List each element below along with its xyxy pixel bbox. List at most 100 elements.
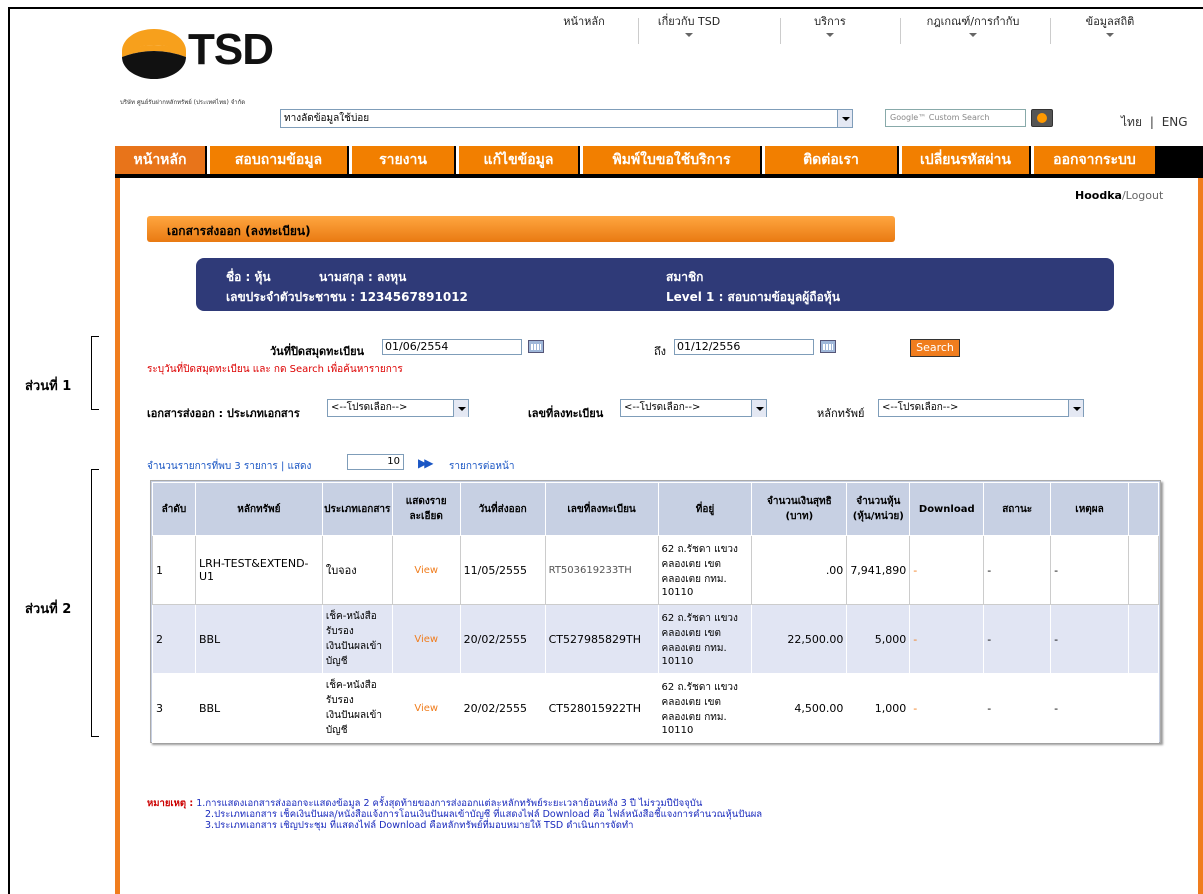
menu-contact[interactable]: ติดต่อเรา: [762, 146, 897, 174]
regno-select[interactable]: <--โปรดเลือก-->: [620, 399, 767, 417]
google-search-input[interactable]: Google™ Custom Search: [885, 109, 1026, 127]
member-level: Level 1 : สอบถามข้อมูลผู้ถือหุ้น: [666, 290, 840, 304]
cell-amount: 4,500.00: [751, 673, 848, 743]
cell-doctype: เช็ค-หนังสือรับรองเงินปันผลเข้าบัญชี: [321, 673, 393, 743]
cell-download[interactable]: -: [909, 673, 985, 743]
last-name: นามสกุล : ลงหุน: [319, 270, 407, 284]
cell-shares: 1,000: [846, 673, 911, 743]
regno-select-value: <--โปรดเลือก-->: [624, 402, 701, 413]
top-nav-statistics[interactable]: ข้อมูลสถิติ: [1060, 12, 1160, 37]
tsd-logo-icon: [122, 29, 186, 79]
shortcut-select-value: ทางลัดข้อมูลใช้บ่อย: [284, 113, 370, 124]
cell-reason: -: [1050, 604, 1129, 674]
logout-link[interactable]: /Logout: [1122, 189, 1163, 202]
chevron-down-icon: [453, 400, 468, 417]
chevron-down-icon: [1068, 400, 1083, 417]
col-amount: จำนวนเงินสุทธิ (บาท): [751, 482, 848, 536]
chevron-down-icon: [837, 110, 852, 127]
col-shares: จำนวนหุ้น (หุ้น/หน่วย): [846, 482, 911, 536]
cell-reason: -: [1050, 535, 1129, 605]
cell-date: 20/02/2555: [459, 673, 546, 743]
calendar-icon[interactable]: [820, 340, 836, 353]
search-hint: ระบุวันที่ปิดสมุดทะเบียน และ กด Search เ…: [147, 364, 403, 375]
cell-status: -: [983, 535, 1052, 605]
menu-change-password[interactable]: เปลี่ยนรหัสผ่าน: [899, 146, 1029, 174]
cell-shares: 5,000: [846, 604, 911, 674]
chevron-down-icon: [969, 33, 977, 37]
cell-status: -: [983, 604, 1052, 674]
menu-edit[interactable]: แก้ไขข้อมูล: [456, 146, 578, 174]
cell-address: 62 ถ.รัชดา แขวงคลองเตย เขตคลองเตย กทม. 1…: [657, 535, 753, 605]
col-security: หลักทรัพย์: [194, 482, 323, 536]
doctype-select[interactable]: <--โปรดเลือก-->: [327, 399, 469, 417]
shortcut-select[interactable]: ทางลัดข้อมูลใช้บ่อย: [280, 109, 853, 128]
part2-bracket: [91, 469, 99, 737]
lang-en[interactable]: ENG: [1162, 115, 1188, 129]
date-from-input[interactable]: 01/06/2554: [382, 339, 522, 355]
cell-download[interactable]: -: [909, 535, 985, 605]
col-blank: [1127, 482, 1160, 536]
table-row: 2 BBL เช็ค-หนังสือรับรองเงินปันผลเข้าบัญ…: [152, 604, 1160, 674]
note-3: 3.ประเภทเอกสาร เชิญประชุม ที่แสดงไฟล์ Do…: [205, 820, 634, 831]
page-size-input[interactable]: 10: [347, 454, 404, 470]
date-to-input[interactable]: 01/12/2556: [674, 339, 814, 355]
first-name: ชื่อ : หุ้น: [226, 270, 271, 284]
view-link[interactable]: View: [391, 535, 461, 605]
menu-inquiry[interactable]: สอบถามข้อมูล: [207, 146, 347, 174]
cell-address: 62 ถ.รัชดา แขวงคลองเตย เขตคลองเตย กทม. 1…: [657, 673, 753, 743]
member-info-box: ชื่อ : หุ้น นามสกุล : ลงหุน เลขประจำตัวป…: [196, 258, 1114, 311]
top-nav-home[interactable]: หน้าหลัก: [554, 12, 614, 30]
lang-th[interactable]: ไทย: [1121, 115, 1142, 129]
top-nav-rules[interactable]: กฎเกณฑ์/การกำกับ: [908, 12, 1038, 37]
cell-blank: [1127, 604, 1160, 674]
search-button[interactable]: Search: [910, 339, 960, 357]
cell-security: BBL: [194, 604, 323, 674]
doctype-label: เอกสารส่งออก : ประเภทเอกสาร: [147, 407, 300, 420]
footnotes: หมายเหตุ : 1.การแสดงเอกสารส่งออกจะแสดงข้…: [147, 798, 762, 831]
regno-label: เลขที่ลงทะเบียน: [528, 407, 604, 420]
cell-download[interactable]: -: [909, 604, 985, 674]
chevron-down-icon: [751, 400, 766, 417]
cell-regno: CT528015922TH: [544, 673, 659, 743]
tsd-logo[interactable]: TSD: [120, 25, 310, 85]
menu-logout[interactable]: ออกจากระบบ: [1031, 146, 1155, 174]
next-page-icon[interactable]: ▶▶: [418, 456, 434, 470]
view-link[interactable]: View: [391, 673, 461, 743]
cell-amount: .00: [751, 535, 848, 605]
google-search-button[interactable]: [1031, 109, 1053, 127]
calendar-icon[interactable]: [528, 340, 544, 353]
menu-home[interactable]: หน้าหลัก: [115, 146, 205, 174]
menu-print-form[interactable]: พิมพ์ใบขอใช้บริการ: [580, 146, 760, 174]
cell-security: LRH-TEST&EXTEND-U1: [194, 535, 323, 605]
per-page-link[interactable]: รายการต่อหน้า: [449, 459, 514, 474]
doctype-select-value: <--โปรดเลือก-->: [331, 402, 408, 413]
menu-report[interactable]: รายงาน: [349, 146, 454, 174]
divider: [1050, 18, 1051, 44]
security-select[interactable]: <--โปรดเลือก-->: [878, 399, 1084, 417]
col-details: แสดงรายละเอียด: [391, 482, 461, 536]
cell-doctype: ใบจอง: [321, 535, 393, 605]
security-select-value: <--โปรดเลือก-->: [882, 402, 959, 413]
documents-table: ลำดับ หลักทรัพย์ ประเภทเอกสาร แสดงรายละเ…: [152, 482, 1160, 743]
main-menu: หน้าหลัก สอบถามข้อมูล รายงาน แก้ไขข้อมูล…: [115, 146, 1203, 178]
top-nav-services[interactable]: บริการ: [790, 12, 870, 37]
top-nav: หน้าหลัก เกี่ยวกับ TSD บริการ กฎเกณฑ์/กา…: [540, 12, 1203, 44]
cell-date: 20/02/2555: [459, 604, 546, 674]
security-label: หลักทรัพย์: [817, 407, 865, 420]
cell-doctype: เช็ค-หนังสือรับรองเงินปันผลเข้าบัญชี: [321, 604, 393, 674]
table-header-row: ลำดับ หลักทรัพย์ ประเภทเอกสาร แสดงรายละเ…: [152, 482, 1160, 536]
cell-regno: RT503619233TH: [544, 535, 659, 605]
chevron-down-icon: [826, 33, 834, 37]
cell-no: 1: [152, 535, 196, 605]
date-to-label: ถึง: [654, 345, 667, 358]
divider: [900, 18, 901, 44]
cell-no: 3: [152, 673, 196, 743]
cell-amount: 22,500.00: [751, 604, 848, 674]
top-nav-about[interactable]: เกี่ยวกับ TSD: [644, 12, 734, 37]
note-2: 2.ประเภทเอกสาร เช็คเงินปันผล/หนังสือแจ้ง…: [205, 809, 763, 820]
lang-sep: |: [1149, 115, 1154, 129]
view-link[interactable]: View: [391, 604, 461, 674]
col-doctype: ประเภทเอกสาร: [321, 482, 393, 536]
part1-bracket: [91, 336, 99, 410]
notes-label: หมายเหตุ :: [147, 798, 194, 809]
